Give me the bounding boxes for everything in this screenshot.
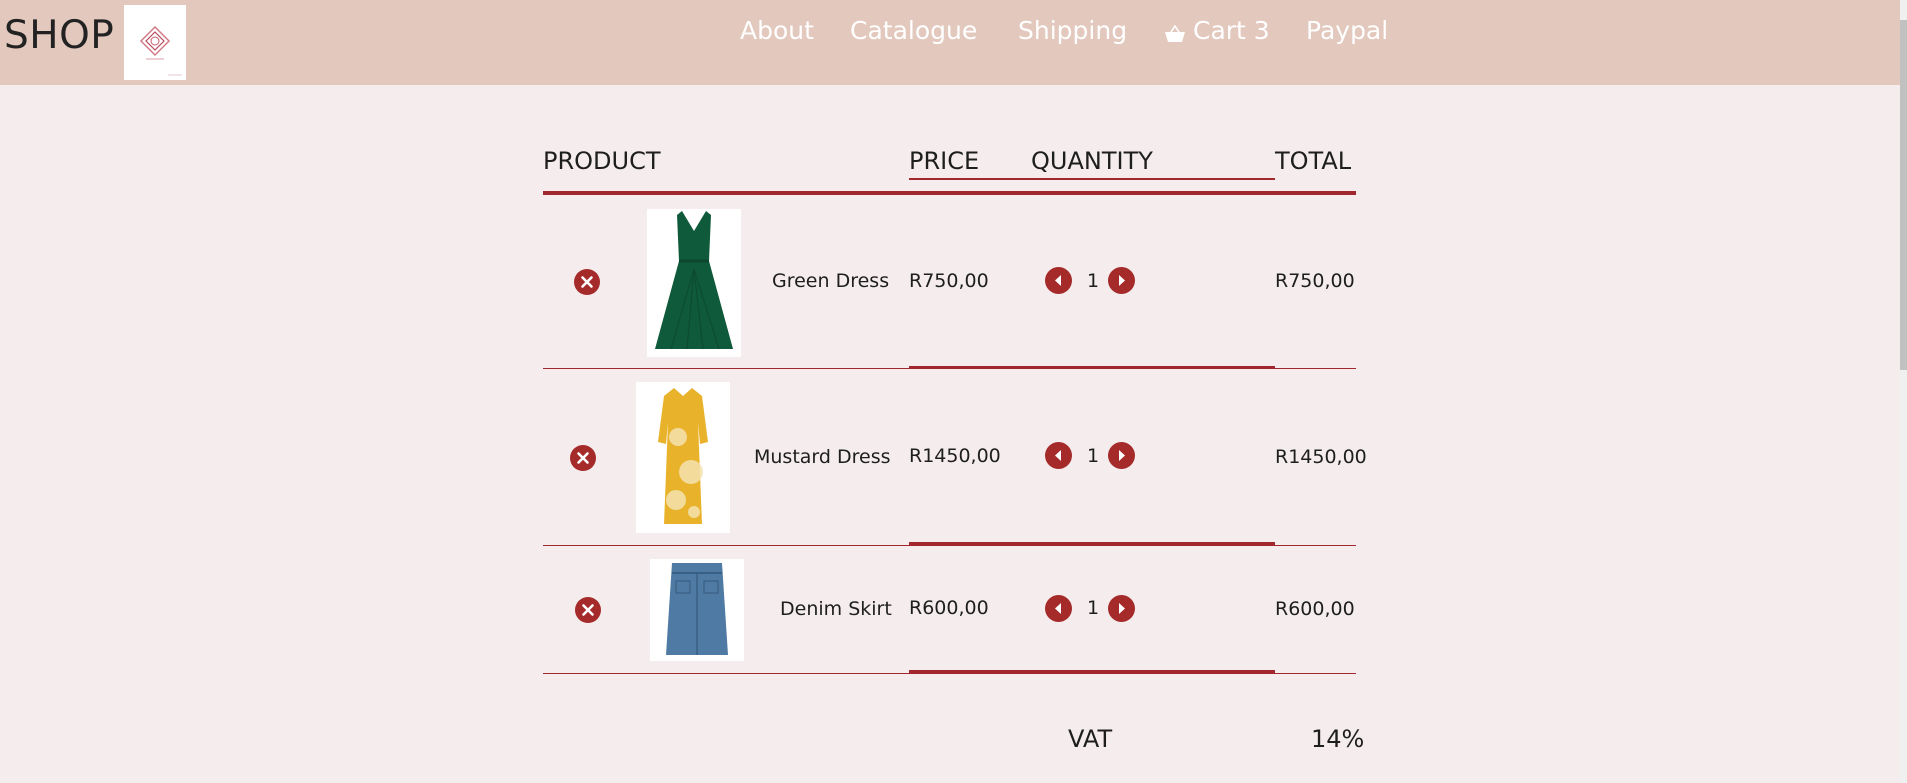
quantity-value: 1: [1087, 270, 1100, 292]
quantity-value: 1: [1087, 445, 1100, 467]
header-price: PRICE: [909, 147, 980, 175]
header-quantity: QUANTITY: [1031, 147, 1153, 175]
decrease-quantity-button[interactable]: [1045, 595, 1072, 622]
header-underline-price-quantity: [909, 178, 1275, 180]
row-divider: [543, 368, 1356, 369]
product-total: R600,00: [1275, 598, 1355, 620]
remove-item-button[interactable]: [574, 269, 600, 295]
close-icon: [582, 604, 594, 616]
product-price: R1450,00: [909, 445, 1001, 467]
product-name: Green Dress: [772, 270, 890, 292]
product-price: R750,00: [909, 270, 989, 292]
product-total: R1450,00: [1275, 446, 1367, 468]
caret-left-icon: [1055, 603, 1061, 614]
product-total: R750,00: [1275, 270, 1355, 292]
header-divider: [543, 191, 1356, 195]
decrease-quantity-button[interactable]: [1045, 442, 1072, 469]
increase-quantity-button[interactable]: [1108, 442, 1135, 469]
close-icon: [581, 276, 593, 288]
product-price: R600,00: [909, 597, 989, 619]
close-icon: [577, 452, 589, 464]
row-divider: [543, 673, 1356, 674]
decrease-quantity-button[interactable]: [1045, 267, 1072, 294]
product-name: Mustard Dress: [754, 446, 891, 468]
caret-right-icon: [1119, 450, 1125, 461]
caret-left-icon: [1055, 450, 1061, 461]
product-name: Denim Skirt: [780, 598, 892, 620]
remove-item-button[interactable]: [570, 445, 596, 471]
caret-right-icon: [1119, 275, 1125, 286]
caret-right-icon: [1119, 603, 1125, 614]
quantity-value: 1: [1087, 597, 1100, 619]
vat-label: VAT: [1068, 725, 1113, 753]
row-divider: [543, 545, 1356, 546]
header-total: TOTAL: [1275, 147, 1352, 175]
increase-quantity-button[interactable]: [1108, 267, 1135, 294]
product-image[interactable]: [636, 382, 730, 533]
remove-item-button[interactable]: [575, 597, 601, 623]
header-product: PRODUCT: [543, 147, 661, 175]
cart-table: PRODUCT PRICE QUANTITY TOTAL Green Dress…: [0, 0, 1907, 783]
product-image[interactable]: [647, 209, 741, 357]
product-image[interactable]: [650, 559, 744, 661]
caret-left-icon: [1055, 275, 1061, 286]
increase-quantity-button[interactable]: [1108, 595, 1135, 622]
vat-value: 14%: [1311, 725, 1365, 753]
